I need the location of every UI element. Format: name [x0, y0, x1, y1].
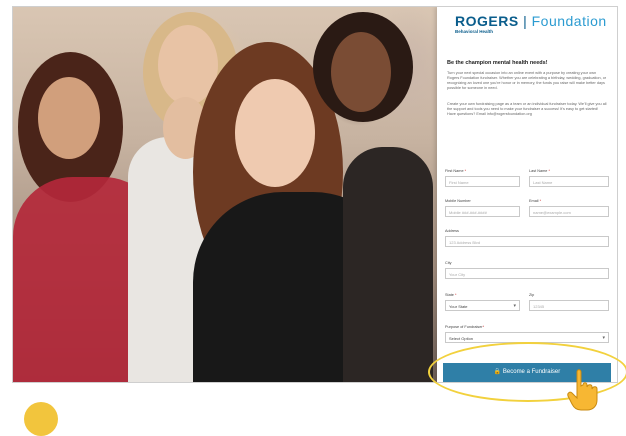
face-right [331, 32, 391, 112]
face-left [38, 77, 100, 159]
chevron-down-icon: ▾ [602, 335, 605, 341]
fundraiser-form-panel: ROGERS | Foundation Behavioral Health Be… [437, 7, 617, 382]
first-name-input[interactable]: First Name [445, 176, 520, 187]
pointer-hand-icon [567, 369, 598, 411]
address-input[interactable]: 123 Address Blvd [445, 236, 609, 247]
zip-label: Zip [529, 293, 535, 297]
logo-subtitle: Behavioral Health [455, 29, 494, 34]
logo-foundation: Foundation [531, 13, 607, 29]
email-label: Email * [529, 199, 542, 203]
step-badge [24, 402, 58, 436]
rogers-foundation-logo: ROGERS | Foundation [455, 13, 607, 29]
city-input[interactable]: Your City [445, 268, 609, 279]
mobile-input[interactable]: Mobile ###-###-#### [445, 206, 520, 217]
form-headline: Be the champion mental health needs! [447, 60, 548, 66]
person-dark-shirt [343, 147, 433, 382]
state-select-value: Your State [449, 304, 468, 309]
intro-paragraph: Turn your next special occasion into an … [447, 71, 607, 90]
purpose-select-value: Select Option [449, 336, 474, 341]
first-name-label: First Name * [445, 169, 467, 173]
address-label: Address [445, 229, 459, 233]
chevron-down-icon: ▾ [513, 303, 516, 309]
last-name-label: Last Name * [529, 169, 550, 173]
face-center [235, 79, 315, 187]
instructions-paragraph: Create your own fundraising page as a te… [447, 102, 607, 116]
mobile-label: Mobile Number [445, 199, 471, 203]
state-label: State * [445, 293, 457, 297]
zip-input[interactable]: 12345 [529, 300, 609, 311]
logo-separator: | [523, 13, 528, 29]
email-input[interactable]: name@example.com [529, 206, 609, 217]
browser-screenshot: ROGERS | Foundation Behavioral Health Be… [12, 6, 618, 383]
state-select[interactable]: Your State ▾ [445, 300, 520, 311]
last-name-input[interactable]: Last Name [529, 176, 609, 187]
logo-rogers: ROGERS [455, 13, 519, 29]
city-label: City [445, 261, 452, 265]
purpose-label: Purpose of Fundraiser* [445, 325, 485, 329]
